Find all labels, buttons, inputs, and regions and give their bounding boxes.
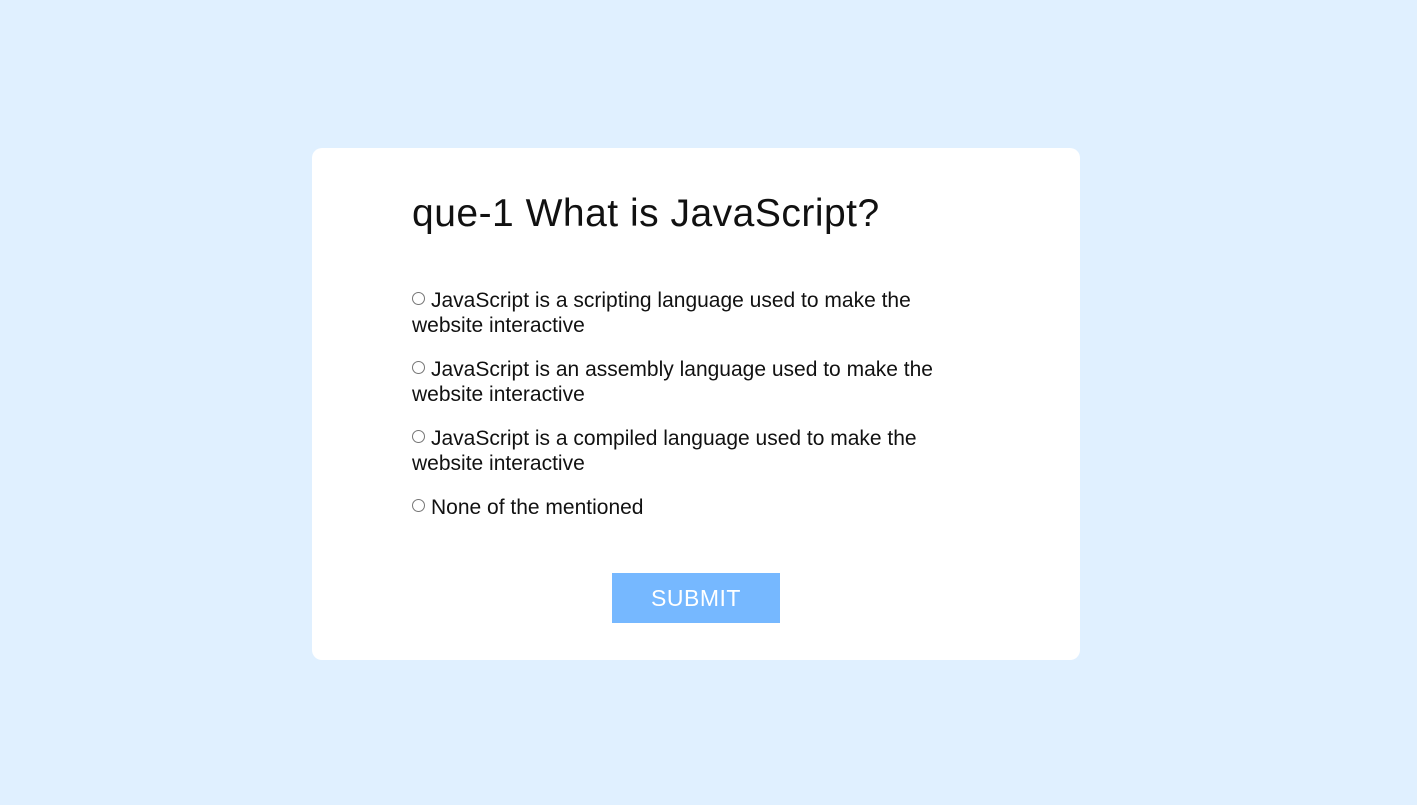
answer-option[interactable]: None of the mentioned	[412, 495, 952, 520]
answer-option[interactable]: JavaScript is an assembly language used …	[412, 357, 952, 407]
answer-option[interactable]: JavaScript is a scripting language used …	[412, 288, 952, 338]
question-title: que-1 What is JavaScript?	[412, 192, 880, 235]
quiz-card: que-1 What is JavaScript? JavaScript is …	[312, 148, 1080, 660]
answer-label[interactable]: None of the mentioned	[431, 496, 643, 519]
answer-options: JavaScript is a scripting language used …	[412, 288, 952, 539]
submit-button[interactable]: SUBMIT	[612, 573, 780, 623]
answer-radio[interactable]	[412, 430, 425, 443]
answer-option[interactable]: JavaScript is a compiled language used t…	[412, 426, 952, 476]
answer-label[interactable]: JavaScript is an assembly language used …	[412, 358, 933, 406]
answer-label[interactable]: JavaScript is a compiled language used t…	[412, 427, 917, 475]
answer-radio[interactable]	[412, 499, 425, 512]
answer-label[interactable]: JavaScript is a scripting language used …	[412, 289, 911, 337]
answer-radio[interactable]	[412, 361, 425, 374]
answer-radio[interactable]	[412, 292, 425, 305]
